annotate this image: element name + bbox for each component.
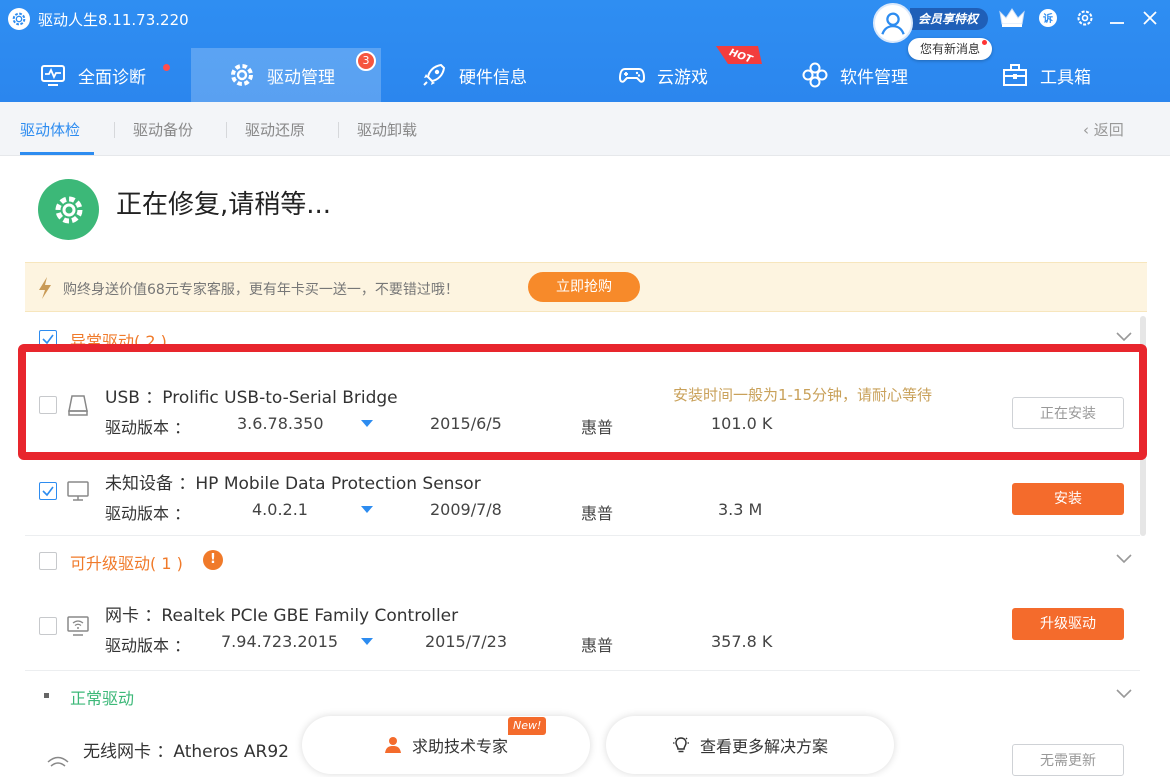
subnav-divider bbox=[338, 122, 339, 138]
subnav-divider bbox=[114, 122, 115, 138]
tab-label: 软件管理 bbox=[840, 67, 908, 88]
tab-notice-dot bbox=[163, 64, 170, 71]
settings-icon[interactable] bbox=[1073, 6, 1097, 30]
driver-size: 357.8 K bbox=[711, 632, 773, 651]
driver-size: 3.3 M bbox=[718, 500, 763, 519]
minimize-icon[interactable] bbox=[1105, 6, 1129, 30]
section-normal-drivers: 正常驱动 bbox=[25, 673, 1145, 717]
section-upgradable-drivers: 可升级驱动( 1 ) ! bbox=[25, 538, 1145, 582]
title-bar: 驱动人生8.11.73.220 会员享特权 您有新消息 诉 全面诊断 驱动管理 … bbox=[0, 0, 1170, 102]
row-checkbox[interactable] bbox=[39, 482, 57, 500]
network-card-icon bbox=[67, 616, 89, 636]
close-icon[interactable] bbox=[1138, 6, 1162, 30]
tab-cloud-game[interactable]: 云游戏 bbox=[617, 48, 708, 102]
version-dropdown-icon[interactable] bbox=[360, 505, 374, 514]
no-update-button[interactable]: 无需更新 bbox=[1012, 744, 1124, 776]
lightbulb-icon bbox=[672, 737, 689, 753]
driver-version: 4.0.2.1 bbox=[252, 500, 308, 519]
crown-icon[interactable] bbox=[998, 6, 1026, 28]
row-divider bbox=[25, 670, 1140, 671]
tab-label: 云游戏 bbox=[657, 67, 708, 88]
buy-now-button[interactable]: 立即抢购 bbox=[528, 272, 640, 302]
chevron-down-icon[interactable] bbox=[1115, 687, 1133, 699]
chevron-down-icon[interactable] bbox=[1115, 552, 1133, 564]
app-title: 驱动人生8.11.73.220 bbox=[38, 11, 189, 29]
tab-label: 工具箱 bbox=[1040, 67, 1091, 88]
monitor-icon bbox=[38, 60, 68, 90]
new-message-text: 您有新消息 bbox=[920, 42, 981, 56]
version-label: 驱动版本 ： bbox=[105, 636, 191, 655]
back-button[interactable]: ‹ 返回 bbox=[1083, 119, 1124, 140]
wifi-icon bbox=[47, 756, 69, 767]
bullet-icon bbox=[44, 693, 49, 698]
gear-icon bbox=[227, 60, 257, 90]
rocket-icon bbox=[419, 60, 449, 90]
driver-date: 2009/7/8 bbox=[430, 500, 502, 519]
driver-row-network: 网卡 ：Realtek PCIe GBE Family Controller 驱… bbox=[25, 583, 1140, 669]
lightning-icon bbox=[39, 277, 51, 299]
message-dot bbox=[982, 40, 988, 45]
vip-banner[interactable]: 会员享特权 bbox=[910, 8, 989, 30]
tab-diagnose[interactable]: 全面诊断 bbox=[38, 48, 146, 102]
hot-tag: HOT bbox=[716, 46, 762, 66]
highlight-box bbox=[18, 344, 1147, 460]
version-label: 驱动版本 ： bbox=[105, 504, 191, 523]
tab-label: 驱动管理 bbox=[267, 67, 335, 88]
status-title: 正在修复,请稍等... bbox=[116, 190, 332, 220]
tab-driver-manage[interactable]: 驱动管理 bbox=[191, 48, 381, 102]
more-solutions-label: 查看更多解决方案 bbox=[699, 737, 828, 756]
subnav-driver-uninstall[interactable]: 驱动卸载 bbox=[357, 119, 417, 140]
section-title: 正常驱动 bbox=[70, 689, 135, 708]
promo-text: 购终身送价值68元专家客服，更有年卡买一送一，不要错过哦！ bbox=[63, 282, 459, 298]
repair-status-icon bbox=[38, 179, 99, 240]
ask-expert-button[interactable]: 求助技术专家 bbox=[302, 716, 590, 774]
tab-toolbox[interactable]: 工具箱 bbox=[1000, 48, 1091, 102]
chevron-down-icon[interactable] bbox=[1115, 330, 1133, 342]
row-checkbox[interactable] bbox=[39, 617, 57, 635]
new-tag: New! bbox=[508, 717, 547, 735]
subnav-divider bbox=[226, 122, 227, 138]
driver-row-sensor: 未知设备 ：HP Mobile Data Protection Sensor 驱… bbox=[25, 448, 1140, 534]
device-name: 未知设备 ：HP Mobile Data Protection Sensor bbox=[105, 474, 481, 494]
toolbox-icon bbox=[1000, 60, 1030, 90]
driver-vendor: 惠普 bbox=[581, 636, 614, 655]
version-dropdown-icon[interactable] bbox=[360, 637, 374, 646]
driver-date: 2015/7/23 bbox=[425, 632, 508, 651]
driver-version: 7.94.723.2015 bbox=[221, 632, 339, 651]
feedback-icon[interactable]: 诉 bbox=[1036, 6, 1060, 30]
monitor-device-icon bbox=[67, 481, 89, 501]
new-message-bubble[interactable]: 您有新消息 bbox=[908, 38, 993, 60]
apps-icon bbox=[800, 60, 830, 90]
subnav-driver-backup[interactable]: 驱动备份 bbox=[133, 119, 193, 140]
avatar[interactable] bbox=[873, 3, 913, 43]
more-solutions-button[interactable]: 查看更多解决方案 bbox=[606, 716, 894, 774]
person-icon bbox=[384, 737, 401, 753]
subnav-driver-check[interactable]: 驱动体检 bbox=[20, 119, 80, 140]
tab-label: 硬件信息 bbox=[459, 67, 527, 88]
upgrade-driver-button[interactable]: 升级驱动 bbox=[1012, 608, 1124, 640]
active-tab-underline bbox=[20, 152, 94, 155]
subnav-driver-restore[interactable]: 驱动还原 bbox=[245, 119, 305, 140]
install-button[interactable]: 安装 bbox=[1012, 483, 1124, 515]
gamepad-icon bbox=[617, 60, 647, 90]
tab-label: 全面诊断 bbox=[78, 67, 146, 88]
ask-expert-label: 求助技术专家 bbox=[411, 737, 508, 756]
warning-icon: ! bbox=[203, 550, 223, 570]
chevron-left-icon: ‹ bbox=[1083, 121, 1094, 139]
driver-vendor: 惠普 bbox=[581, 504, 614, 523]
row-divider bbox=[25, 535, 1140, 536]
svg-text:诉: 诉 bbox=[1043, 12, 1053, 25]
app-logo-icon bbox=[8, 8, 30, 30]
device-name: 网卡 ：Realtek PCIe GBE Family Controller bbox=[105, 606, 459, 626]
device-name: 无线网卡 ：Atheros AR92 bbox=[83, 742, 289, 762]
promo-banner: 购终身送价值68元专家客服，更有年卡买一送一，不要错过哦！ 立即抢购 bbox=[25, 262, 1147, 312]
tab-hardware-info[interactable]: 硬件信息 bbox=[419, 48, 527, 102]
sub-navigation: 驱动体检 驱动备份 驱动还原 驱动卸载 ‹ 返回 bbox=[0, 102, 1170, 156]
section-checkbox[interactable] bbox=[39, 552, 57, 570]
section-title: 可升级驱动( 1 ) bbox=[70, 554, 183, 573]
tab-software-manage[interactable]: 软件管理 bbox=[800, 48, 908, 102]
tab-count-badge: 3 bbox=[356, 51, 376, 71]
back-label: 返回 bbox=[1093, 121, 1124, 139]
